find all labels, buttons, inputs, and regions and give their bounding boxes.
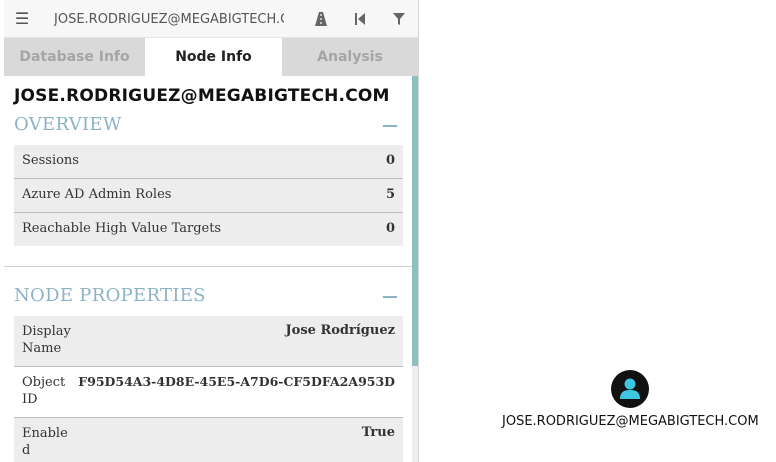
overview-title: OVERVIEW	[14, 114, 122, 135]
menu-icon[interactable]: ☰	[10, 8, 34, 30]
row-label: Sessions	[22, 153, 79, 168]
tab-bar: Database Info Node Info Analysis	[4, 38, 418, 76]
row-label: Enabled	[22, 426, 68, 458]
collapse-properties-icon[interactable]	[382, 285, 398, 309]
row-label: Reachable High Value Targets	[22, 221, 222, 236]
back-icon[interactable]	[349, 8, 371, 30]
row-value: True	[361, 425, 395, 440]
pathfinding-icon[interactable]	[310, 8, 332, 30]
overview-header[interactable]: OVERVIEW	[14, 114, 402, 140]
node-properties-table: Display Name Jose Rodríguez Object ID F9…	[14, 316, 403, 462]
property-row-object-id: Object ID F95D54A3-4D8E-45E5-A7D6-CF5DFA…	[14, 367, 403, 418]
row-value: 5	[385, 187, 395, 202]
overview-table: Sessions 0 Azure AD Admin Roles 5 Reacha…	[14, 145, 403, 246]
user-icon	[620, 378, 640, 399]
tab-analysis[interactable]: Analysis	[282, 38, 418, 76]
tab-database-info[interactable]: Database Info	[4, 38, 145, 76]
collapse-overview-icon[interactable]	[382, 114, 398, 138]
graph-node-label: JOSE.RODRIGUEZ@MEGABIGTECH.COM	[502, 414, 759, 429]
filter-icon[interactable]	[388, 8, 410, 30]
side-panel: ☰ Database Info Node Info Analysis JOSE.…	[4, 0, 419, 462]
row-value: 0	[385, 153, 395, 168]
row-value: Jose Rodríguez	[285, 323, 395, 338]
property-row-display-name: Display Name Jose Rodríguez	[14, 316, 403, 367]
tab-node-info[interactable]: Node Info	[145, 38, 282, 76]
search-bar: ☰	[4, 0, 418, 38]
row-label: Display Name	[22, 324, 71, 356]
overview-row-admin-roles[interactable]: Azure AD Admin Roles 5	[14, 179, 403, 213]
row-value: F95D54A3-4D8E-45E5-A7D6-CF5DFA2A953D	[78, 374, 395, 389]
overview-row-high-value-targets[interactable]: Reachable High Value Targets 0	[14, 213, 403, 246]
row-label: Azure AD Admin Roles	[22, 187, 172, 202]
scrollbar[interactable]	[412, 76, 418, 462]
search-input[interactable]	[46, 8, 292, 30]
node-properties-title: NODE PROPERTIES	[14, 285, 206, 306]
node-properties-header[interactable]: NODE PROPERTIES	[14, 285, 402, 311]
section-divider	[4, 266, 412, 267]
node-info-content: JOSE.RODRIGUEZ@MEGABIGTECH.COM OVERVIEW …	[4, 76, 412, 462]
row-label: Object ID	[22, 375, 66, 407]
row-value: 0	[385, 221, 395, 236]
scrollbar-thumb[interactable]	[412, 76, 418, 366]
property-row-enabled: Enabled True	[14, 418, 403, 462]
graph-user-node[interactable]	[611, 370, 649, 408]
overview-row-sessions[interactable]: Sessions 0	[14, 145, 403, 179]
node-title: JOSE.RODRIGUEZ@MEGABIGTECH.COM	[14, 86, 390, 106]
